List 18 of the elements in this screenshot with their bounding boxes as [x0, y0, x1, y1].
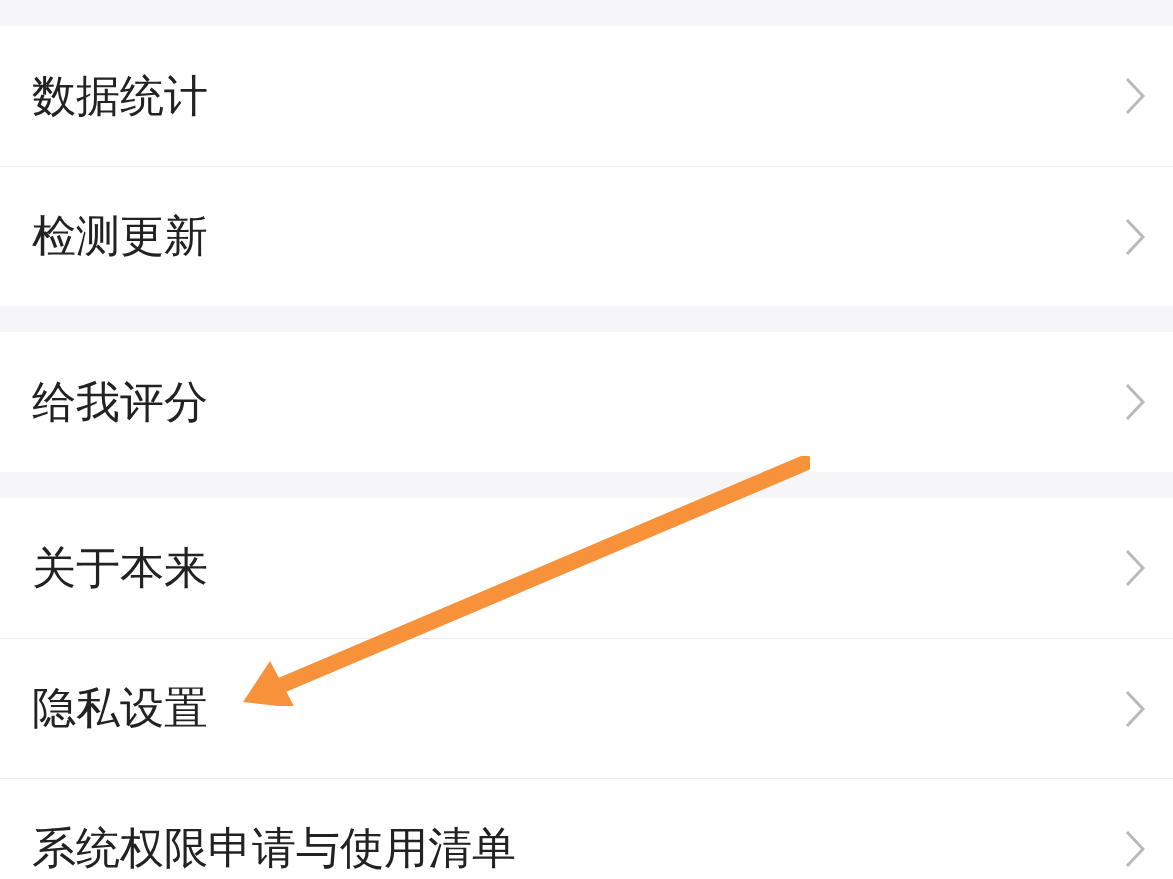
settings-row[interactable]: 系统权限申请与使用清单 — [0, 778, 1173, 879]
chevron-icon — [1125, 383, 1145, 421]
chevron-icon — [1125, 217, 1145, 256]
settings-row[interactable]: 给我评分 — [0, 332, 1173, 472]
arrow-icon — [240, 456, 810, 706]
row-label: 隐私设置 — [32, 681, 208, 735]
row-label: 数据统计 — [32, 68, 208, 123]
settings-row[interactable]: 关于本来 — [0, 498, 1173, 638]
chevron-icon — [1125, 77, 1145, 115]
settings-row[interactable]: 检测更新 — [0, 166, 1173, 306]
row-label: 关于本来 — [32, 540, 208, 595]
row-label: 给我评分 — [32, 374, 208, 429]
row-label: 系统权限申请与使用清单 — [32, 821, 516, 875]
chevron-icon — [1125, 549, 1145, 587]
chevron-icon — [1125, 689, 1145, 728]
settings-row[interactable]: 数据统计 — [0, 26, 1173, 166]
chevron-icon — [1125, 829, 1145, 868]
row-label: 检测更新 — [32, 209, 208, 263]
